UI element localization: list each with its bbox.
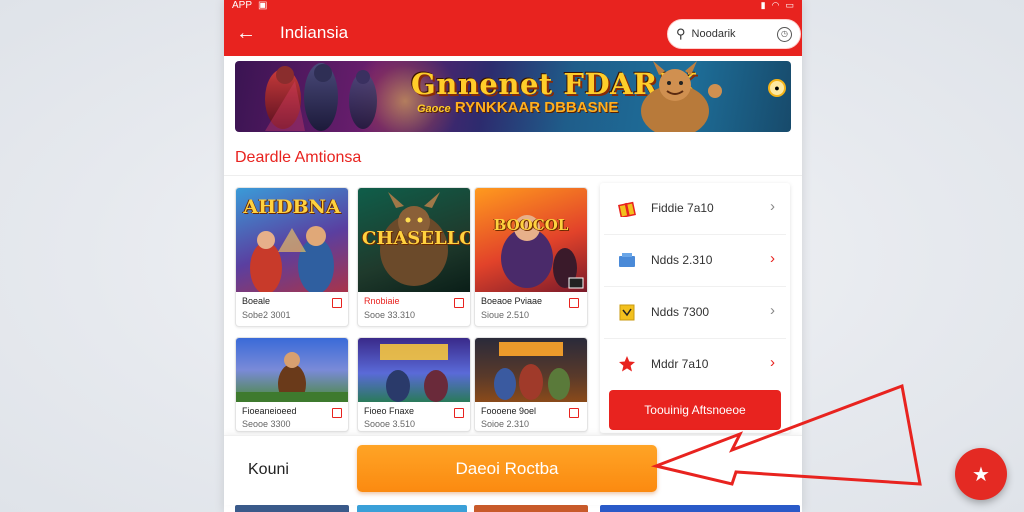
- game-thumbnail: [235, 505, 349, 512]
- banner-subtitle: Gaoce RYNKKAAR DBBASNE: [417, 99, 618, 116]
- signal-icon: ▮: [760, 0, 766, 10]
- game-card[interactable]: AHDBNA Boeale Sobe2 3001: [235, 187, 349, 327]
- bottom-label: Kouni: [248, 461, 289, 478]
- status-app-label: APP: [232, 0, 253, 11]
- search-input[interactable]: [691, 28, 758, 40]
- game-price: Seooe 3300: [242, 419, 291, 429]
- side-menu-item[interactable]: Fiddie 7a10 ›: [600, 183, 790, 235]
- chevron-right-icon: ›: [770, 198, 775, 215]
- pointer-arrow-icon: [650, 383, 922, 486]
- page-title: Indiansia: [280, 23, 349, 42]
- game-thumbnail: [600, 505, 800, 512]
- thumbnail-title: AHDBNA: [243, 196, 341, 218]
- select-checkbox[interactable]: [569, 408, 579, 418]
- game-thumbnail: [474, 505, 588, 512]
- star-icon: [619, 356, 635, 372]
- ticket-icon: [619, 304, 635, 321]
- side-menu-item[interactable]: Ndds 7300 ›: [600, 287, 790, 339]
- cart-icon: [619, 253, 635, 267]
- game-thumbnail: [358, 338, 470, 402]
- notification-icon: ▣: [258, 0, 268, 11]
- game-thumbnail: [475, 338, 587, 402]
- game-card[interactable]: Fioeaneioeed Seooe 3300: [235, 337, 349, 432]
- primary-cta-button[interactable]: Daeoi Roctba: [357, 445, 657, 492]
- game-price: Soioe 2.310: [481, 419, 530, 429]
- game-price: Sobe2 3001: [242, 310, 291, 320]
- next-row-preview: [224, 505, 802, 512]
- favorite-fab-button[interactable]: ★: [955, 448, 1007, 500]
- game-thumbnail: BOOCOL: [475, 188, 587, 292]
- thumbnail-title: CHASELLO: [362, 228, 470, 249]
- side-menu-label: Ndds 7300: [651, 305, 710, 319]
- banner-subtitle-main: RYNKKAAR DBBASNE: [454, 99, 619, 116]
- back-arrow-icon[interactable]: ←: [234, 21, 258, 45]
- select-checkbox[interactable]: [454, 408, 464, 418]
- banner-subtitle-prefix: Gaoce: [417, 103, 451, 115]
- side-menu-label: Fiddie 7a10: [651, 201, 714, 215]
- chevron-right-icon: ›: [770, 354, 775, 371]
- game-card[interactable]: Foooene 9oel Soioe 2.310: [474, 337, 588, 432]
- game-name: Fioeaneioeed: [242, 406, 297, 416]
- thumbnail-title: BOOCOL: [493, 216, 569, 234]
- ogre-character-image: [641, 61, 722, 132]
- game-thumbnail: [357, 505, 467, 512]
- game-thumbnail: CHASELLO: [358, 188, 470, 292]
- game-name: Foooene 9oel: [481, 406, 537, 416]
- game-thumbnail: AHDBNA: [236, 188, 348, 292]
- search-box[interactable]: ⚲ ◷: [667, 19, 801, 49]
- side-menu-label: Mddr 7a10: [651, 357, 709, 371]
- game-card[interactable]: CHASELLO Rnobiaie Sooe 33.310: [357, 187, 471, 327]
- select-checkbox[interactable]: [332, 298, 342, 308]
- select-checkbox[interactable]: [454, 298, 464, 308]
- side-menu-label: Ndds 2.310: [651, 253, 713, 267]
- chevron-right-icon: ›: [770, 250, 775, 267]
- status-bar: APP ▣ ▮ ◠ ▭: [224, 0, 802, 11]
- game-name: Boeaoe Pviaae: [481, 296, 543, 306]
- coin-icon: ●: [768, 79, 786, 97]
- app-header: ← Indiansia ⚲ ◷: [224, 11, 802, 56]
- select-checkbox[interactable]: [332, 408, 342, 418]
- history-icon[interactable]: ◷: [777, 26, 792, 42]
- chevron-right-icon: ›: [770, 302, 775, 319]
- game-card[interactable]: BOOCOL Boeaoe Pviaae Sioue 2.510: [474, 187, 588, 327]
- search-icon[interactable]: ⚲: [676, 26, 686, 42]
- battery-icon: ▭: [785, 0, 794, 10]
- section-title: Deardle Amtionsa: [235, 149, 362, 166]
- game-name: Fioeo Fnaxe: [364, 406, 415, 416]
- game-thumbnail: [236, 338, 348, 402]
- divider: [224, 175, 802, 176]
- gift-box-icon: [618, 201, 636, 217]
- select-checkbox[interactable]: [569, 298, 579, 308]
- hero-characters-image: [265, 63, 377, 131]
- wifi-icon: ◠: [771, 0, 780, 10]
- game-name: Rnobiaie: [364, 296, 400, 306]
- game-name: Boeale: [242, 296, 271, 306]
- side-menu-item[interactable]: Ndds 2.310 ›: [600, 235, 790, 287]
- game-price: Sooe 33.310: [364, 310, 416, 320]
- star-icon: ★: [972, 463, 990, 486]
- game-price: Soooe 3.510: [364, 419, 416, 429]
- status-icons: ▮ ◠ ▭: [761, 0, 794, 11]
- game-price: Sioue 2.510: [481, 310, 530, 320]
- game-card[interactable]: Fioeo Fnaxe Soooe 3.510: [357, 337, 471, 432]
- promo-banner[interactable]: Gnnenet FDARIK Gaoce RYNKKAAR DBBASNE ●: [235, 61, 791, 132]
